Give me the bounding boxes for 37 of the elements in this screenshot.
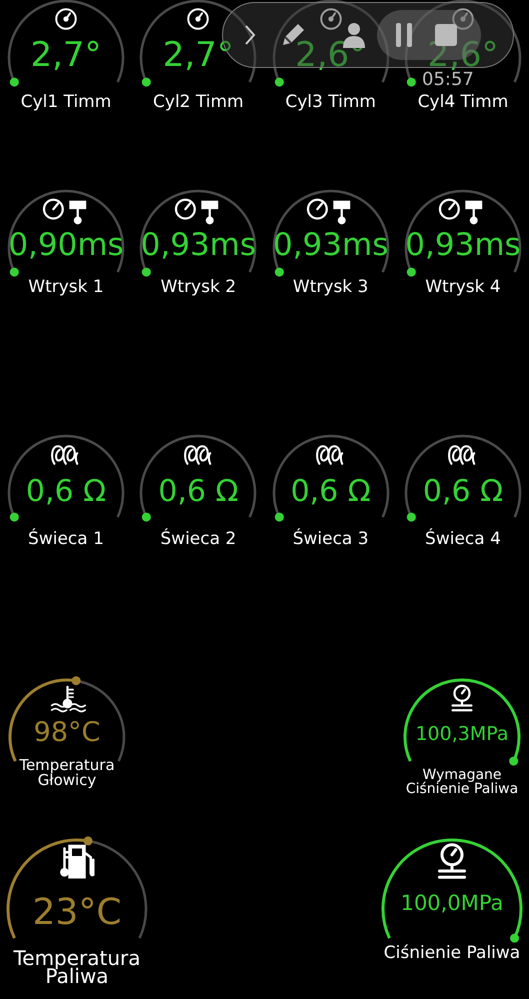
gauge-icon <box>450 6 476 32</box>
gauge-value: 0,93ms <box>272 230 388 261</box>
gauge-value: 0,90ms <box>8 230 124 261</box>
gauge-label: Cyl3 Timm <box>285 91 376 114</box>
gauge-label: Świeca 3 <box>292 527 369 551</box>
gauge-label: Cyl4 Timm <box>418 91 508 114</box>
gauge-icon <box>318 6 344 32</box>
gauge-label: Temperatura Paliwa <box>12 949 142 985</box>
chevron-right-icon[interactable] <box>243 23 257 47</box>
gauge-label: Świeca 1 <box>28 527 104 551</box>
gauge-icon <box>52 6 79 32</box>
gauge-value: 100,3MPa <box>415 725 509 744</box>
gauge-label: Ciśnienie Paliwa <box>382 944 522 962</box>
gauge-value: 2,7° <box>30 38 102 72</box>
gauge-label: Świeca 4 <box>425 527 501 551</box>
gauge-value: 0,93ms <box>140 230 256 261</box>
gauge-label: Temperatura Głowicy <box>18 758 116 788</box>
gauge-value: 0,6 Ω <box>422 477 504 507</box>
gauge-value: 100,0MPa <box>400 893 504 914</box>
gauge-value: 0,6 Ω <box>26 477 106 507</box>
gauge-label: Świeca 2 <box>160 527 236 551</box>
gauge-value: 0,6 Ω <box>290 477 371 507</box>
gauge-value: 0,6 Ω <box>158 477 238 507</box>
gauge-value: 98°C <box>34 719 100 746</box>
gauge-value: 2,7° <box>162 38 234 72</box>
timer-text: 05:57 <box>422 71 474 89</box>
gauge-label: Wtrysk 4 <box>425 276 501 299</box>
gauge-label: Cyl1 Timm <box>20 91 112 114</box>
gauge-label: Cyl2 Timm <box>153 91 244 114</box>
gauge-label: Wtrysk 3 <box>292 276 368 299</box>
gauge-icon <box>185 6 212 32</box>
gauge-label: Wtrysk 2 <box>160 276 236 299</box>
gauge-value: 23°C <box>32 895 122 931</box>
gauge-label: Wtrysk 1 <box>28 276 104 299</box>
gauge-value: 0,93ms <box>405 230 521 261</box>
pause-icon[interactable] <box>395 22 413 48</box>
gauge-label: Wymagane Ciśnienie Paliwa <box>404 768 520 796</box>
